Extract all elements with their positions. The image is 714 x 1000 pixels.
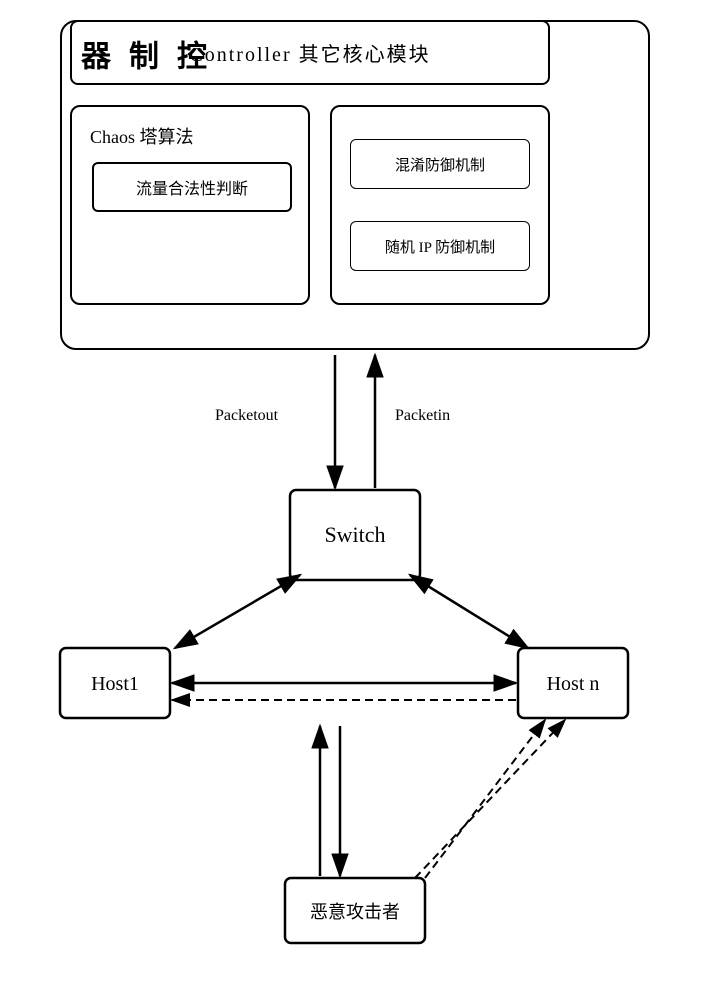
defense-boxes: 混淆防御机制 随机 IP 防御机制 [330, 105, 550, 305]
defense1-box: 混淆防御机制 [350, 139, 530, 189]
defense1-label: 混淆防御机制 [395, 154, 485, 175]
hostn-label: Host n [547, 673, 600, 695]
controller-top-label: Controller 其它核心模块 [189, 38, 430, 67]
defense2-box: 随机 IP 防御机制 [350, 221, 530, 271]
packetout-label: Packetout [215, 407, 279, 424]
chaos-label: Chaos 塔算法 [90, 123, 194, 149]
packetin-label: Packetin [395, 407, 450, 424]
host1-label: Host1 [91, 673, 139, 695]
attacker-label: 恶意攻击者 [310, 902, 400, 922]
defense2-label: 随机 IP 防御机制 [385, 236, 495, 257]
switch-label: Switch [324, 522, 385, 547]
chaos-box: Chaos 塔算法 流量合法性判断 [70, 105, 310, 305]
diagram-container: 控 制 器 Controller 其它核心模块 Chaos 塔算法 流量合法性判… [0, 0, 714, 1000]
traffic-box: 流量合法性判断 [92, 162, 292, 212]
controller-top-box: Controller 其它核心模块 [70, 20, 550, 85]
traffic-label: 流量合法性判断 [136, 175, 248, 199]
